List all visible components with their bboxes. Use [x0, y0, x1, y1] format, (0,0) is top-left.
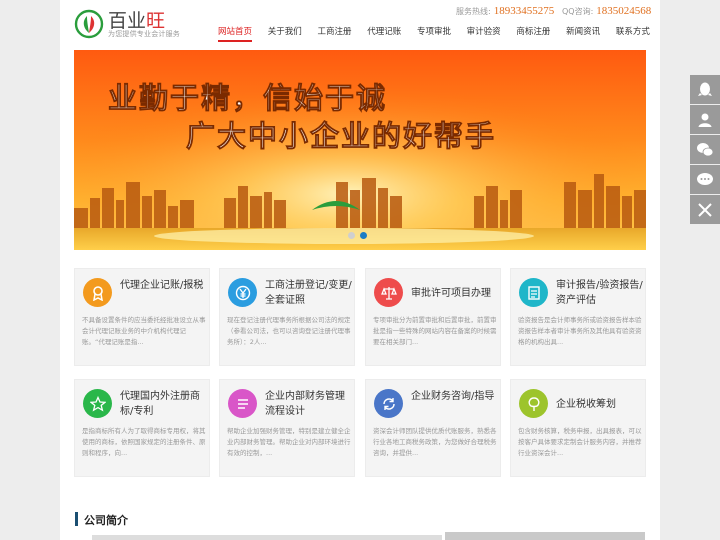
service-card-approval[interactable]: 审批许可项目办理 专项审批分为前置审批和后置审批，前置审批是指一些特殊的网站内容…: [365, 268, 501, 366]
service-title: 代理国内外注册商标/专利: [120, 391, 200, 417]
wechat-icon: [697, 142, 714, 156]
nav-item-trademark[interactable]: 商标注册: [516, 26, 550, 42]
service-card-finance-process[interactable]: 企业内部财务管理流程设计 帮助企业加强财务管理，特别是建立健全企业内部财务管理。…: [219, 379, 355, 477]
service-desc: 现在登记注册代理事务所根据公司法的规定（参看公司法，也可以咨询登记注册代理事务所…: [227, 316, 351, 346]
service-card-bookkeeping[interactable]: 代理企业记账/报税 不具备设置条件的应当委托经批准设立从事会计代理记账业务的中介…: [74, 268, 210, 366]
service-card-audit[interactable]: 审计报告/验资报告/资产评估 验资报告是会计师事务所或验资报告样本验资报告样本者…: [510, 268, 646, 366]
nav-item-contact[interactable]: 联系方式: [616, 26, 650, 42]
main-nav: 网站首页 关于我们 工商注册 代理记账 专项审批 审计验资 商标注册 新闻资讯 …: [218, 26, 650, 42]
banner-slogan-2: 广大中小企业的好帮手: [186, 119, 496, 153]
qq-contact: QQ咨询: 1835024568: [562, 5, 651, 17]
nav-item-business-registration[interactable]: 工商注册: [317, 26, 351, 42]
scale-icon: [374, 278, 403, 307]
side-toolbar: [690, 75, 720, 225]
user-icon: [698, 113, 712, 127]
qq-number[interactable]: 1835024568: [596, 5, 651, 17]
service-title: 企业税收筹划: [556, 399, 616, 410]
qq-icon: [698, 82, 712, 96]
logo-icon[interactable]: [74, 9, 104, 39]
close-button[interactable]: [690, 195, 720, 224]
report-icon: [519, 278, 548, 307]
about-image: [445, 532, 645, 540]
award-icon: [83, 278, 112, 307]
user-button[interactable]: [690, 105, 720, 134]
nav-item-home[interactable]: 网站首页: [218, 26, 253, 42]
hotline-number[interactable]: 18933455275: [494, 5, 555, 17]
banner-slogan-1: 业勤于精，信始于诚: [108, 81, 387, 115]
service-desc: 验资报告是会计师事务所或验资报告样本验资报告样本者审计事务所及其他具有验资资格的…: [518, 316, 642, 346]
nav-item-special-approval[interactable]: 专项审批: [417, 26, 451, 42]
banner-image: 业勤于精，信始于诚 广大中小企业的好帮手: [74, 50, 646, 250]
service-desc: 专项审批分为前置审批和后置审批，前置审批是指一些特殊的网站内容在备案的时候需要在…: [373, 316, 497, 346]
wechat-button[interactable]: [690, 135, 720, 164]
service-desc: 资深会计师团队提供优质代账服务，熟悉各行业各地工商税务政策，为您做好合理税务咨询…: [373, 427, 497, 457]
qq-button[interactable]: [690, 75, 720, 104]
section-marker: [75, 512, 78, 526]
tree-icon: [519, 389, 548, 418]
service-desc: 帮助企业加强财务管理，特别是建立健全企业内部财务管理。帮助企业对内部环境进行有效…: [227, 427, 351, 457]
carousel-dot[interactable]: [348, 232, 355, 239]
message-button[interactable]: [690, 165, 720, 194]
service-title: 审批许可项目办理: [411, 288, 491, 299]
close-icon: [698, 202, 712, 217]
yen-icon: [228, 278, 257, 307]
service-title: 工商注册登记/变更/全套证照: [265, 280, 352, 306]
about-text-preview: [92, 535, 442, 540]
service-desc: 不具备设置条件的应当委托经批准设立从事会计代理记账业务的中介机构代理记账。“代理…: [82, 316, 206, 346]
service-title: 代理企业记账/报税: [120, 280, 204, 291]
list-icon: [228, 389, 257, 418]
carousel-dots: [348, 232, 367, 239]
about-section-title: 公司简介: [84, 514, 128, 527]
nav-item-audit[interactable]: 审计验资: [467, 26, 501, 42]
service-title: 企业内部财务管理流程设计: [265, 391, 345, 417]
nav-item-news[interactable]: 新闻资讯: [566, 26, 600, 42]
nav-item-about[interactable]: 关于我们: [268, 26, 302, 42]
hero-banner[interactable]: 业勤于精，信始于诚 广大中小企业的好帮手: [74, 50, 646, 250]
page: 百业旺 为您提供专业会计服务 服务热线: 18933455275 QQ咨询: 183…: [60, 0, 660, 540]
carousel-dot-active[interactable]: [360, 232, 367, 239]
star-icon: [83, 389, 112, 418]
service-title: 审计报告/验资报告/资产评估: [556, 280, 643, 306]
service-title: 企业财务咨询/指导: [411, 391, 495, 402]
hotline-label: 服务热线:: [456, 7, 491, 16]
nav-item-bookkeeping[interactable]: 代理记账: [367, 26, 401, 42]
service-card-consulting[interactable]: 企业财务咨询/指导 资深会计师团队提供优质代账服务，熟悉各行业各地工商税务政策，…: [365, 379, 501, 477]
message-icon: [697, 172, 713, 185]
service-card-trademark[interactable]: 代理国内外注册商标/专利 是指商标所有人为了取得商标专用权，将其使用的商标，依照…: [74, 379, 210, 477]
hotline: 服务热线: 18933455275: [456, 5, 554, 17]
service-card-registration[interactable]: 工商注册登记/变更/全套证照 现在登记注册代理事务所根据公司法的规定（参看公司法…: [219, 268, 355, 366]
qq-label: QQ咨询:: [562, 7, 594, 16]
service-card-tax-planning[interactable]: 企业税收筹划 包含财务核算，税务申报，出具报表，可以按客户具体要求定制会计服务内…: [510, 379, 646, 477]
service-desc: 包含财务核算，税务申报，出具报表，可以按客户具体要求定制会计服务内容，并推荐行业…: [518, 427, 642, 457]
service-desc: 是指商标所有人为了取得商标专用权，将其使用的商标，依照国家规定的注册条件、原则和…: [82, 427, 206, 457]
brand-slogan: 为您提供专业会计服务: [108, 30, 180, 38]
cycle-icon: [374, 389, 403, 418]
